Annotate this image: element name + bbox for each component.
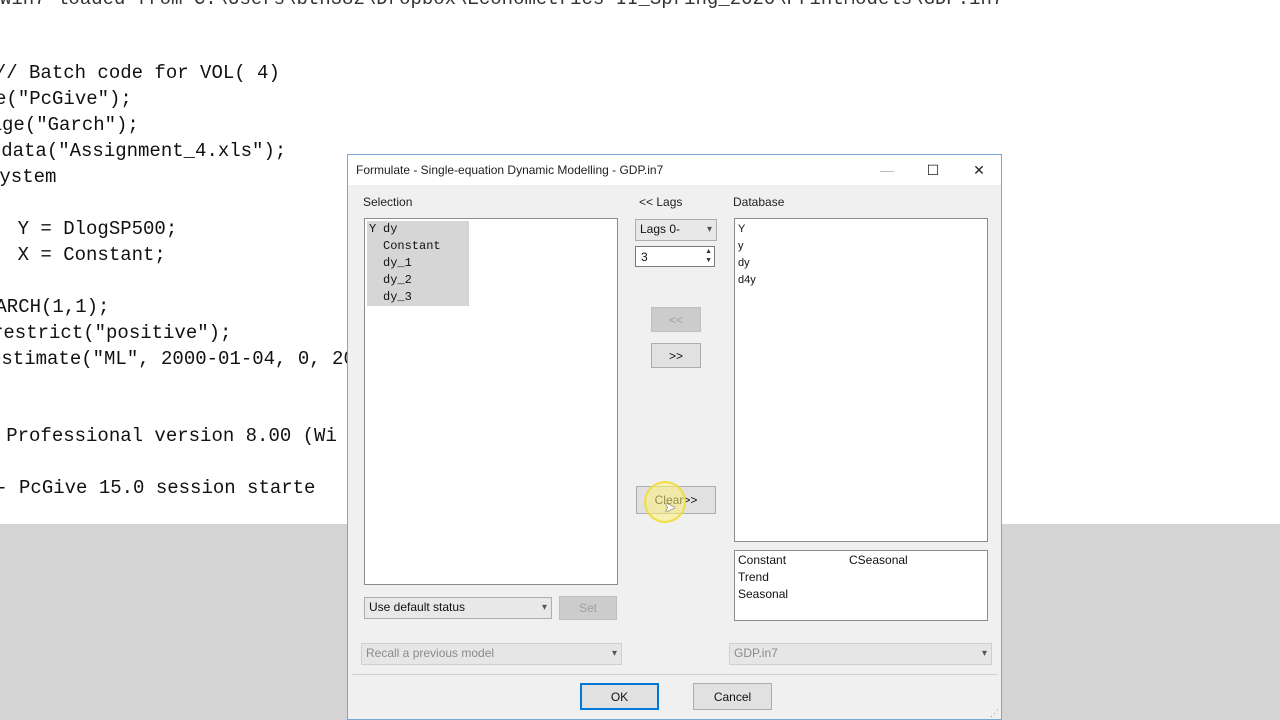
ok-button[interactable]: OK [580,683,659,710]
dialog-titlebar: Formulate - Single-equation Dynamic Mode… [348,155,1001,185]
selection-item[interactable]: dy_2 [367,272,469,289]
resize-grip-icon[interactable]: ⋰ [990,708,999,719]
chevron-down-icon: ▾ [541,602,547,613]
editor-line: // Batch code for VOL( 4) [0,62,280,84]
special-variable-item[interactable]: Trend [738,570,769,584]
editor-line: package("Garch"); [0,114,139,136]
database-item[interactable]: d4y [738,274,756,286]
lags-combo-value: Lags 0- [640,222,681,236]
special-variable-item[interactable]: Seasonal [738,587,788,601]
selection-item-name: dy_1 [383,256,412,270]
recall-model-combo[interactable]: Recall a previous model ▾ [361,643,622,665]
editor-line: ---- PcGive 15.0 session starte [0,477,316,499]
selection-label: Selection [363,195,413,209]
database-combo-value: GDP.in7 [734,646,778,660]
status-combo-value: Use default status [369,600,466,614]
spinner-arrows-icon[interactable]: ▲ ▼ [705,247,712,265]
selection-item-tag: Y [369,222,377,236]
selection-item-name: dy_2 [383,273,412,287]
editor-line: estimate("ML", 2000-01-04, 0, 20 [0,348,355,370]
database-item[interactable]: dy [738,257,750,269]
editor-line: usedata("Assignment_4.xls"); [0,140,287,162]
database-item[interactable]: y [738,240,744,252]
editor-line: restrict("positive"); [0,322,232,344]
editor-line: module("PcGive"); [0,88,132,110]
database-listbox[interactable]: Yy dy d4y [734,218,988,542]
divider [352,674,997,675]
editor-line: system [0,166,57,188]
editor-line: GARCH(1,1); [0,296,110,318]
status-combo[interactable]: Use default status ▾ [364,597,552,619]
selection-item[interactable]: dy_1 [367,255,469,272]
selection-item-name: Constant [383,239,441,253]
recall-model-value: Recall a previous model [366,646,495,660]
formulate-dialog: Formulate - Single-equation Dynamic Mode… [347,154,1002,720]
editor-line: X = Constant; [17,244,166,266]
selection-item-name: dy_3 [383,290,412,304]
special-variable-item[interactable]: Constant [738,553,786,567]
lags-combo[interactable]: Lags 0- ▾ [635,219,717,241]
database-item[interactable]: Y [738,223,745,235]
selection-item[interactable]: Constant [367,238,469,255]
close-button[interactable]: ✕ [956,155,1002,185]
maximize-button[interactable]: ☐ [910,155,956,185]
add-to-selection-button[interactable]: << [651,307,701,332]
chevron-down-icon: ▾ [981,648,987,659]
selection-item[interactable]: dy_3 [367,289,469,306]
lags-label: << Lags [639,195,683,209]
mouse-pointer-icon: ➤ [664,499,676,515]
cancel-button[interactable]: Cancel [693,683,772,710]
database-combo[interactable]: GDP.in7 ▾ [729,643,992,665]
set-button[interactable]: Set [559,596,617,620]
editor-line: Ox Professional version 8.00 (Wi [0,425,337,447]
selection-listbox[interactable]: Ydy Constant dy_1 dy_2 dy_3 [364,218,618,585]
special-variables-listbox[interactable]: Constant Trend Seasonal CSeasonal [734,550,988,621]
selection-item-name: dy [383,222,398,236]
chevron-down-icon: ▾ [706,224,712,235]
dialog-title: Formulate - Single-equation Dynamic Mode… [356,163,664,177]
lags-spinner[interactable]: 3 ▲ ▼ [635,246,715,267]
database-label: Database [733,195,785,209]
chevron-down-icon: ▾ [611,648,617,659]
remove-from-selection-button[interactable]: >> [651,343,701,368]
selection-item[interactable]: Ydy [367,221,469,238]
minimize-button[interactable]: — [864,155,910,185]
lags-value: 3 [641,250,648,264]
editor-line: Y = DlogSP500; [17,218,178,240]
special-variable-item[interactable]: CSeasonal [849,553,908,567]
editor-line-partial: win7 loaded from C:\Users\btn382\Dropbox… [0,0,1003,10]
